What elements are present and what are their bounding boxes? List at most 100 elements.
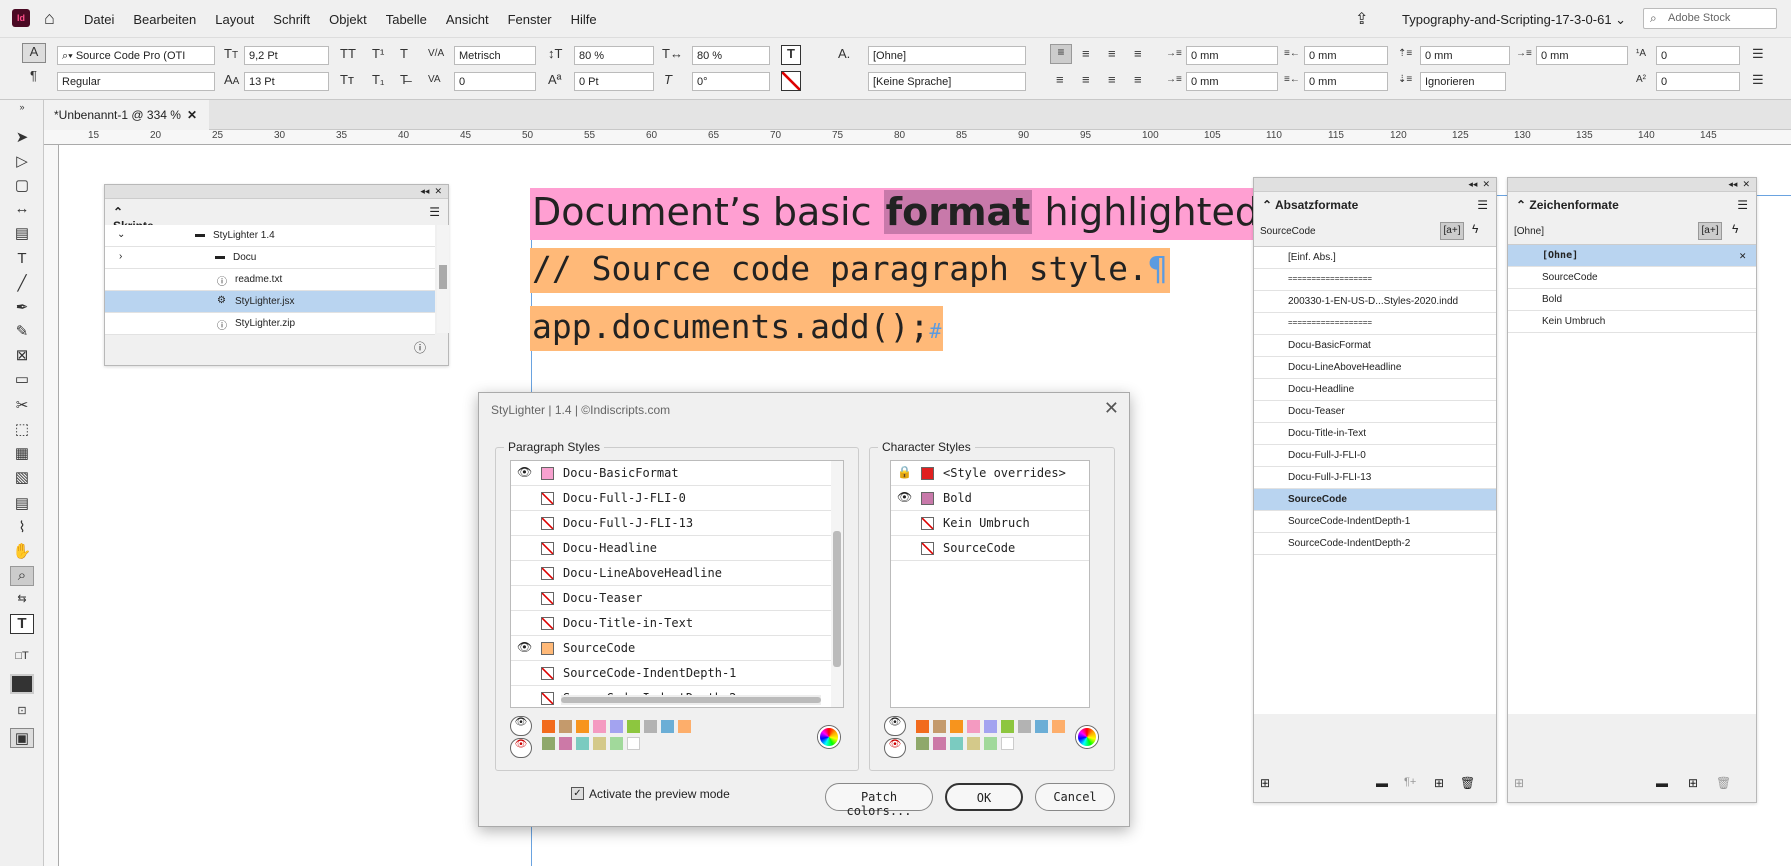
list-item[interactable]: Kein Umbruch <box>1508 311 1756 333</box>
collapse-icon[interactable]: ◂◂ <box>420 186 429 196</box>
palette-color[interactable] <box>1001 737 1014 750</box>
palette-color[interactable] <box>916 720 929 733</box>
tree-item-folder[interactable]: › ▬ Docu <box>105 247 435 269</box>
panel-menu-icon[interactable]: ☰ <box>429 205 440 219</box>
content-collector-icon[interactable]: ▤ <box>10 224 34 244</box>
color-swatch[interactable] <box>921 492 934 505</box>
gap-tool-icon[interactable]: ↔ <box>10 200 34 220</box>
menu-bearbeiten[interactable]: Bearbeiten <box>133 12 196 27</box>
apply-color-icon[interactable] <box>10 674 34 694</box>
close-icon[interactable]: ✕ <box>1104 398 1119 419</box>
zoom-tool-icon[interactable]: ⌕ <box>10 566 34 586</box>
leading-field[interactable]: 13 Pt <box>244 72 329 91</box>
new-group-icon[interactable]: ▬ <box>1376 776 1388 790</box>
paragraph-styles-tab[interactable]: ⌃ Absatzformate <box>1254 192 1374 218</box>
strikethrough-icon[interactable]: T̶ <box>400 72 408 87</box>
last-line-indent-field[interactable]: 0 mm <box>1304 72 1388 91</box>
palette-color[interactable] <box>627 737 640 750</box>
space-before-field[interactable]: 0 mm <box>1420 46 1510 65</box>
no-color-swatch[interactable] <box>541 542 554 555</box>
align-center-icon[interactable]: ≡ <box>1082 46 1090 61</box>
kerning-field[interactable]: Metrisch <box>454 46 536 65</box>
character-mode-icon[interactable]: A <box>22 43 46 63</box>
gradient-feather-tool-icon[interactable]: ▧ <box>10 468 34 488</box>
delete-icon[interactable]: 🗑 <box>1460 776 1475 790</box>
color-swatch[interactable] <box>541 642 554 655</box>
palette-color[interactable] <box>950 720 963 733</box>
list-item-selected[interactable]: [Ohne] ✕ <box>1508 245 1756 267</box>
palette-color[interactable] <box>1052 720 1065 733</box>
fill-stroke-icon[interactable]: T <box>10 614 34 634</box>
para-style-row[interactable]: Docu-Full-J-FLI-13 <box>511 511 843 536</box>
note-tool-icon[interactable]: ▤ <box>10 494 34 514</box>
collapse-icon[interactable]: » <box>10 102 34 122</box>
new-style-icon[interactable]: ⊞ <box>1688 776 1698 790</box>
view-mode-icon[interactable]: ⊡ <box>10 704 34 724</box>
palette-color[interactable] <box>559 720 572 733</box>
no-color-swatch[interactable] <box>541 617 554 630</box>
font-size-field[interactable]: 9,2 Pt <box>244 46 329 65</box>
chevron-down-icon[interactable]: ⌄ <box>117 229 125 240</box>
palette-color[interactable] <box>678 720 691 733</box>
collapse-icon[interactable]: ◂◂ <box>1728 179 1737 189</box>
list-item[interactable]: Docu-LineAboveHeadline <box>1254 357 1496 379</box>
new-style-from-selection-icon[interactable]: [a+] <box>1440 222 1464 240</box>
tree-item-folder[interactable]: ⌄ ▬ StyLighter 1.4 <box>105 225 435 247</box>
list-item[interactable]: Docu-Teaser <box>1254 401 1496 423</box>
vertical-scrollbar[interactable] <box>831 461 843 707</box>
drop-cap-chars-field[interactable]: 0 <box>1656 72 1740 91</box>
preview-mode-checkbox[interactable]: ✓ <box>571 787 584 800</box>
pen-tool-icon[interactable]: ✒ <box>10 298 34 318</box>
eye-icon[interactable]: 👁 <box>517 465 532 479</box>
color-swatch[interactable] <box>921 467 934 480</box>
close-icon[interactable]: ✕ <box>187 108 197 122</box>
quick-apply-icon[interactable]: ϟ <box>1732 222 1738 236</box>
all-caps-icon[interactable]: TT <box>340 46 356 61</box>
close-icon[interactable]: ✕ <box>1742 179 1750 189</box>
palette-color[interactable] <box>542 720 555 733</box>
direct-selection-tool-icon[interactable]: ▷ <box>10 152 34 172</box>
skew-field[interactable]: 0° <box>692 72 770 91</box>
document-tab[interactable]: *Unbenannt-1 @ 334 % ✕ <box>44 100 209 130</box>
character-styles-tab[interactable]: ⌃ Zeichenformate <box>1508 192 1628 218</box>
hide-eye-icon[interactable]: 👁 <box>884 738 906 758</box>
panel-menu-icon[interactable]: ☰ <box>1477 198 1488 212</box>
numbering-icon[interactable]: ☰ <box>1752 72 1764 88</box>
palette-color[interactable] <box>593 737 606 750</box>
no-color-swatch[interactable] <box>921 542 934 555</box>
right-indent-field[interactable]: 0 mm <box>1304 46 1388 65</box>
char-style-row[interactable]: 👁 Bold <box>891 486 1089 511</box>
palette-color[interactable] <box>933 720 946 733</box>
hand-tool-icon[interactable]: ✋ <box>10 542 34 562</box>
justify-left-icon[interactable]: ≡ <box>1056 72 1064 87</box>
palette-color[interactable] <box>610 720 623 733</box>
language-field[interactable]: [Keine Sprache] <box>868 72 1026 91</box>
chevron-right-icon[interactable]: › <box>119 251 122 262</box>
rectangle-frame-tool-icon[interactable]: ⊠ <box>10 346 34 366</box>
drop-cap-lines-field[interactable]: 0 <box>1656 46 1740 65</box>
quick-apply-icon[interactable]: ϟ <box>1472 222 1478 236</box>
info-icon[interactable]: ⓘ <box>414 339 426 356</box>
char-style-row[interactable]: SourceCode <box>891 536 1089 561</box>
no-color-swatch[interactable] <box>541 492 554 505</box>
justify-right-icon[interactable]: ≡ <box>1108 72 1116 87</box>
palette-color[interactable] <box>950 737 963 750</box>
ok-button[interactable]: OK <box>945 783 1023 811</box>
menu-schrift[interactable]: Schrift <box>273 12 310 27</box>
menu-hilfe[interactable]: Hilfe <box>571 12 597 27</box>
scripts-tab[interactable]: ⌃ Skripte <box>105 199 169 233</box>
character-style-list[interactable]: 🔒 <Style overrides> 👁 Bold Kein Umbruch So… <box>890 460 1090 708</box>
palette-color[interactable] <box>1035 720 1048 733</box>
scrollbar-thumb[interactable] <box>833 531 841 667</box>
palette-color[interactable] <box>1018 720 1031 733</box>
menu-layout[interactable]: Layout <box>215 12 254 27</box>
palette-color[interactable] <box>593 720 606 733</box>
eye-icon[interactable]: 👁 <box>897 490 912 504</box>
selection-tool-icon[interactable]: ➤ <box>10 128 34 148</box>
para-style-row[interactable]: SourceCode-IndentDepth-1 <box>511 661 843 686</box>
palette-color[interactable] <box>627 720 640 733</box>
horizontal-scrollbar[interactable] <box>561 695 821 705</box>
color-wheel-icon[interactable] <box>1076 726 1098 748</box>
align-right-icon[interactable]: ≡ <box>1108 46 1116 61</box>
tree-item-file[interactable]: ⚙ StyLighter.jsx <box>105 291 435 313</box>
